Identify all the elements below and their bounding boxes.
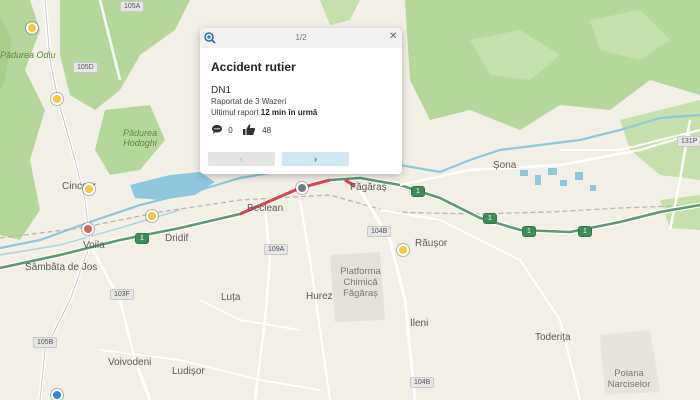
place-dridif: Dridif <box>165 233 189 244</box>
forest-odiu-label: Pădurea Odiu <box>0 50 56 60</box>
road-shield-105d: 105D <box>73 62 98 73</box>
road-shield-105a: 105A <box>120 1 145 12</box>
popup-pager: 1/2 <box>295 33 307 42</box>
road-shield-104b-south: 104B <box>410 377 435 388</box>
report-reporters: Raportat de 3 Wazeri <box>211 97 287 106</box>
place-sambata-de-jos: Sâmbăta de Jos <box>25 262 98 273</box>
place-sona: Șona <box>493 160 517 171</box>
road-shield-dn1: 1 <box>135 233 149 244</box>
report-pin[interactable] <box>83 183 95 195</box>
place-rausor: Răușor <box>415 238 448 249</box>
map-canvas[interactable]: Sâmbăta de Jos Pădurea Odiu Pădurea Hodo… <box>0 0 700 400</box>
road-shield-103f: 103F <box>110 289 134 300</box>
place-voila: Voila <box>83 240 105 251</box>
last-report-prefix: Ultimul raport <box>211 108 261 117</box>
close-icon[interactable]: ✕ <box>389 32 397 42</box>
place-hurez: Hurez <box>306 291 333 302</box>
report-street: DN1 <box>211 85 232 96</box>
road-shield-104b-north: 104B <box>367 226 392 237</box>
road-shield-131p: 131P <box>677 136 700 147</box>
place-ludisor: Ludișor <box>172 366 205 377</box>
report-title: Accident rutier <box>211 60 296 74</box>
previous-button[interactable]: ‹ <box>208 152 275 166</box>
user-pin[interactable] <box>51 389 63 400</box>
thumbs-up-icon[interactable] <box>242 123 256 138</box>
road-shield-109a: 109A <box>264 244 289 255</box>
place-voivodeni: Voivodeni <box>108 357 152 368</box>
accident-pin[interactable] <box>82 223 94 235</box>
report-pin[interactable] <box>146 210 158 222</box>
place-fagaras: Făgăraș <box>350 182 387 193</box>
road-shield-dn1: 1 <box>522 226 536 237</box>
place-poiana-narciselor: Poiana Narciselor <box>607 368 651 390</box>
report-last-time: Ultimul raport 12 min în urmă <box>211 108 317 117</box>
comment-icon[interactable] <box>211 124 223 137</box>
place-ileni: Ileni <box>410 318 429 329</box>
road-shield-dn1: 1 <box>578 226 592 237</box>
report-stats: 0 48 <box>211 123 271 135</box>
last-report-time: 12 min în urmă <box>260 108 318 117</box>
thumbs-count: 48 <box>262 126 272 135</box>
report-pin[interactable] <box>51 93 63 105</box>
place-toderita: Toderița <box>535 332 571 343</box>
place-luta: Luța <box>221 292 241 303</box>
report-pin[interactable] <box>26 22 38 34</box>
comments-count: 0 <box>228 126 233 135</box>
forest-hodoghi-label: Pădurea Hodoghi <box>122 128 158 148</box>
report-popup: 1/2 ✕ Accident rutier DN1 Raportat de 3 … <box>200 28 402 174</box>
place-beclean: Beclean <box>247 203 284 214</box>
road-shield-dn1: 1 <box>411 186 425 197</box>
next-button[interactable]: › <box>282 152 349 166</box>
road-shield-105b: 105B <box>33 337 58 348</box>
report-pin[interactable] <box>397 244 409 256</box>
selected-report-pin[interactable] <box>296 182 308 194</box>
place-platforma-chimica: Platforma Chimică Făgăraș <box>340 266 381 299</box>
road-shield-dn1: 1 <box>483 213 497 224</box>
